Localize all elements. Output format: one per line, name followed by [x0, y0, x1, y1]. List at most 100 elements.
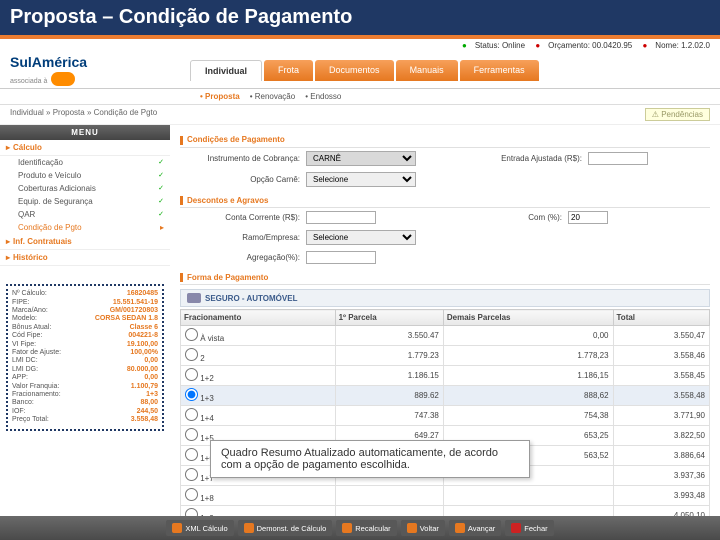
menu-header: MENU — [0, 125, 170, 140]
main-tabs: Individual Frota Documentos Manuais Ferr… — [190, 60, 539, 81]
instrumento-select[interactable]: CARNÊ — [306, 151, 416, 166]
frac-radio[interactable] — [185, 388, 198, 401]
menu-group-contratuais[interactable]: ▸Inf. Contratuais — [0, 234, 170, 250]
frac-radio[interactable] — [185, 348, 198, 361]
doc-icon — [172, 523, 182, 533]
conta-input[interactable] — [306, 211, 376, 224]
menu-group-historico[interactable]: ▸Histórico — [0, 250, 170, 266]
menu-item-identificacao[interactable]: Identificação✓ — [0, 156, 170, 169]
agregacao-input[interactable] — [306, 251, 376, 264]
footer-avancar-button[interactable]: Avançar — [449, 520, 501, 536]
table-row[interactable]: 21.779.231.778,233.558,46 — [181, 346, 710, 366]
summary-row: Preço Total:3.558,48 — [12, 416, 158, 424]
subtab-proposta[interactable]: • Proposta — [200, 92, 240, 101]
header: SulAmérica associada à Individual Frota … — [0, 52, 720, 89]
summary-row: Nº Cálculo:16820485 — [12, 290, 158, 298]
summary-row: Marca/Ano:GM/001720803 — [12, 307, 158, 315]
summary-row: Fator de Ajuste:100,00% — [12, 349, 158, 357]
frac-radio[interactable] — [185, 368, 198, 381]
summary-row: Banco:88,00 — [12, 399, 158, 407]
frac-radio[interactable] — [185, 488, 198, 501]
conta-label: Conta Corrente (R$): — [180, 213, 300, 222]
footer-voltar-button[interactable]: Voltar — [401, 520, 445, 536]
th-frac: Fracionamento — [181, 310, 336, 326]
th-p1: 1º Parcela — [335, 310, 443, 326]
summary-row: Valor Franquia:1.100,79 — [12, 383, 158, 391]
table-row[interactable]: 1+83.993,48 — [181, 486, 710, 506]
summary-row: FIPE:15.551.541-19 — [12, 299, 158, 307]
instrumento-label: Instrumento de Cobrança: — [180, 154, 300, 163]
th-tot: Total — [613, 310, 709, 326]
menu-group-calculo[interactable]: ▸Cálculo — [0, 140, 170, 156]
subtab-endosso[interactable]: • Endosso — [305, 92, 341, 101]
table-row[interactable]: À vista3.550.470,003.550,47 — [181, 326, 710, 346]
subtab-renovacao[interactable]: • Renovação — [250, 92, 296, 101]
tab-manuais[interactable]: Manuais — [396, 60, 458, 81]
menu-item-condicao[interactable]: Condição de Pgto▸ — [0, 221, 170, 234]
section-condicoes: Condições de Pagamento — [180, 133, 710, 147]
summary-box: Nº Cálculo:16820485FIPE:15.551.541-19Mar… — [6, 284, 164, 430]
tab-documentos[interactable]: Documentos — [315, 60, 394, 81]
com-label: Com (%): — [502, 213, 562, 222]
tab-frota[interactable]: Frota — [264, 60, 313, 81]
summary-row: Cód Fipe:004221-8 — [12, 332, 158, 340]
summary-row: VI Fipe:19.100,00 — [12, 341, 158, 349]
ing-icon — [51, 72, 75, 86]
payment-table: Fracionamento 1º Parcela Demais Parcelas… — [180, 309, 710, 526]
summary-row: APP:0,00 — [12, 374, 158, 382]
footer-fechar-button[interactable]: Fechar — [505, 520, 553, 536]
ramo-select[interactable]: Selecione — [306, 230, 416, 245]
entrada-input[interactable] — [588, 152, 648, 165]
frac-radio[interactable] — [185, 328, 198, 341]
doc-icon — [244, 523, 254, 533]
breadcrumb: Individual » Proposta » Condição de Pgto — [10, 108, 157, 121]
footer-xml-button[interactable]: XML Cálculo — [166, 520, 233, 536]
pendencias-button[interactable]: ⚠ Pendências — [645, 108, 710, 121]
seguro-band: SEGURO - AUTOMÓVEL — [180, 289, 710, 307]
summary-row: IOF:244,50 — [12, 408, 158, 416]
footer-recalc-button[interactable]: Recalcular — [336, 520, 396, 536]
frac-radio[interactable] — [185, 448, 198, 461]
footer-demonst-button[interactable]: Demonst. de Cálculo — [238, 520, 333, 536]
opcao-label: Opção Carnê: — [180, 175, 300, 184]
frac-radio[interactable] — [185, 468, 198, 481]
status-bar: ●Status: Online ●Orçamento: 00.0420.95 ●… — [0, 39, 720, 52]
opcao-select[interactable]: Selecione — [306, 172, 416, 187]
callout-box: Quadro Resumo Atualizado automaticamente… — [210, 440, 530, 478]
sidebar: MENU ▸Cálculo Identificação✓ Produto e V… — [0, 125, 170, 530]
com-input[interactable] — [568, 211, 608, 224]
frac-radio[interactable] — [185, 408, 198, 421]
close-icon — [511, 523, 521, 533]
status-nome: Nome: 1.2.02.0 — [655, 41, 710, 50]
menu-item-produto[interactable]: Produto e Veículo✓ — [0, 169, 170, 182]
logo-brand: SulAmérica — [10, 54, 87, 70]
agregacao-label: Agregação(%): — [180, 253, 300, 262]
summary-row: Fracionamento:1+3 — [12, 391, 158, 399]
frac-radio[interactable] — [185, 428, 198, 441]
tab-individual[interactable]: Individual — [190, 60, 262, 81]
refresh-icon — [342, 523, 352, 533]
table-row[interactable]: 1+3889.62888,623.558,48 — [181, 386, 710, 406]
entrada-label: Entrada Ajustada (R$): — [462, 154, 582, 163]
summary-row: Bônus Atual:Classe 6 — [12, 324, 158, 332]
logo: SulAmérica associada à — [10, 54, 170, 86]
arrow-left-icon — [407, 523, 417, 533]
summary-row: LMI DG:80.000,00 — [12, 366, 158, 374]
tab-ferramentas[interactable]: Ferramentas — [460, 60, 539, 81]
menu-item-coberturas[interactable]: Coberturas Adicionais✓ — [0, 182, 170, 195]
slide-title: Proposta – Condição de Pagamento — [0, 0, 720, 39]
ramo-label: Ramo/Empresa: — [180, 233, 300, 242]
car-icon — [187, 293, 201, 303]
arrow-right-icon — [455, 523, 465, 533]
table-row[interactable]: 1+21.186.151.186,153.558,45 — [181, 366, 710, 386]
table-row[interactable]: 1+4747.38754,383.771,90 — [181, 406, 710, 426]
sub-tabs: • Proposta • Renovação • Endosso — [0, 89, 720, 105]
summary-row: LMI DC:0,00 — [12, 357, 158, 365]
section-forma: Forma de Pagamento — [180, 271, 710, 285]
status-orcamento: Orçamento: 00.0420.95 — [548, 41, 632, 50]
th-pd: Demais Parcelas — [443, 310, 613, 326]
menu-item-qar[interactable]: QAR✓ — [0, 208, 170, 221]
breadcrumb-row: Individual » Proposta » Condição de Pgto… — [0, 105, 720, 125]
logo-assoc: associada à — [10, 78, 47, 85]
menu-item-equip[interactable]: Equip. de Segurança✓ — [0, 195, 170, 208]
